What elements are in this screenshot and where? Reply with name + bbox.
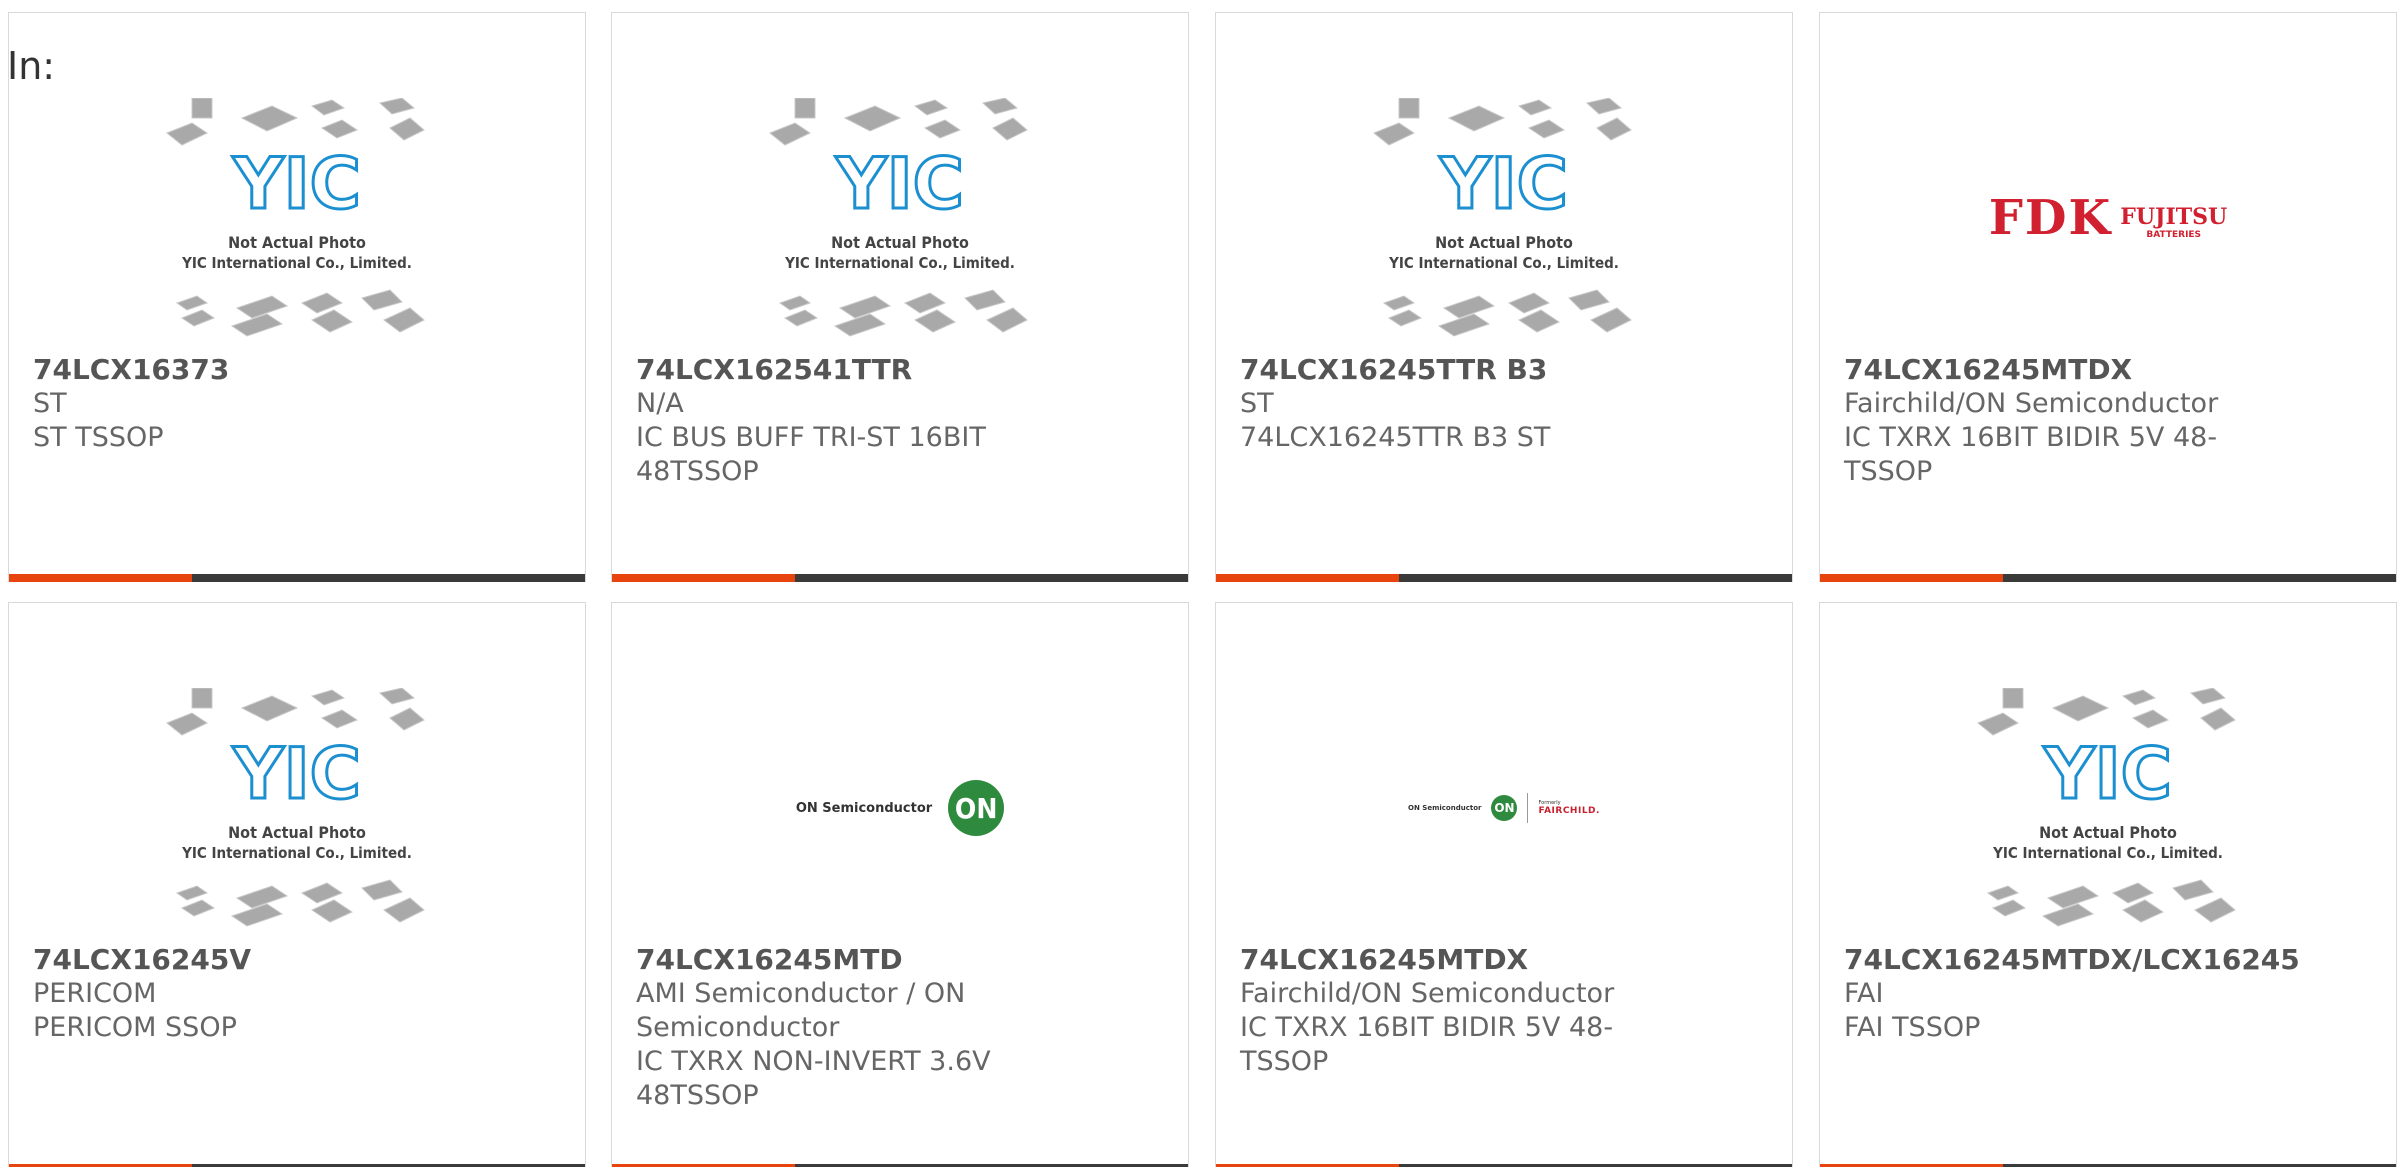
- on-badge-icon: ON: [948, 780, 1005, 836]
- svg-text:YIC International Co., Limited: YIC International Co., Limited.: [1992, 844, 2223, 862]
- part-number-link[interactable]: 74LCX162541TTR: [636, 353, 1076, 387]
- yic-placeholder-image: YIC Not Actual Photo YIC International C…: [1373, 98, 1632, 337]
- description-text: 74LCX16245TTR B3 ST: [1240, 422, 1551, 453]
- fdk-fujitsu-logo: FDK FUJITSU BATTERIES: [1988, 190, 2228, 246]
- product-grid-page: In: YIC Not Actual Photo YIC Internation…: [0, 0, 2400, 1167]
- part-number-link[interactable]: 74LCX16373: [33, 353, 473, 387]
- card-bottom-bar: [1216, 574, 1792, 582]
- description-text: IC TXRX 16BIT BIDIR 5V 48-TSSOP: [1240, 1012, 1614, 1077]
- product-card[interactable]: YIC Not Actual Photo YIC International C…: [1819, 602, 2397, 1167]
- product-image[interactable]: YIC Not Actual Photo YIC International C…: [9, 83, 585, 353]
- svg-text:Not Actual Photo: Not Actual Photo: [1435, 233, 1573, 252]
- product-card[interactable]: YIC Not Actual Photo YIC International C…: [8, 602, 586, 1167]
- description-text: IC TXRX NON-INVERT 3.6V 48TSSOP: [636, 1046, 991, 1111]
- product-image[interactable]: YIC Not Actual Photo YIC International C…: [1216, 83, 1792, 353]
- product-info: 74LCX16245MTDX Fairchild/ON Semiconducto…: [1240, 943, 1680, 1079]
- svg-text:Not Actual Photo: Not Actual Photo: [228, 823, 366, 842]
- product-image[interactable]: YIC Not Actual Photo YIC International C…: [612, 83, 1188, 353]
- manufacturer-text: ST: [1240, 388, 1274, 419]
- product-info: 74LCX16245MTDX/LCX16245 FAI FAI TSSOP: [1844, 943, 2300, 1045]
- on-fairchild-logo: ON Semiconductor ON Formerly FAIRCHILD.: [1408, 793, 1600, 823]
- product-image[interactable]: YIC Not Actual Photo YIC International C…: [1820, 673, 2396, 943]
- description-text: IC BUS BUFF TRI-ST 16BIT 48TSSOP: [636, 422, 986, 487]
- description-text: IC TXRX 16BIT BIDIR 5V 48-TSSOP: [1844, 422, 2218, 487]
- part-number-link[interactable]: 74LCX16245MTD: [636, 943, 1076, 977]
- yic-logo: YIC: [835, 143, 964, 225]
- manufacturer-text: Fairchild/ON Semiconductor: [1844, 388, 2219, 419]
- manufacturer-text: ST: [33, 388, 67, 419]
- product-info: 74LCX16245MTD AMI Semiconductor / ON Sem…: [636, 943, 1076, 1113]
- product-info: 74LCX16245V PERICOM PERICOM SSOP: [33, 943, 473, 1045]
- part-number-link[interactable]: 74LCX16245V: [33, 943, 473, 977]
- product-info: 74LCX162541TTR N/A IC BUS BUFF TRI-ST 16…: [636, 353, 1076, 489]
- yic-placeholder-image: YIC Not Actual Photo YIC International C…: [166, 98, 425, 337]
- card-accent-bar: [1820, 574, 2003, 582]
- search-in-label: In:: [7, 44, 56, 88]
- yic-logo: YIC: [1439, 143, 1568, 225]
- product-card[interactable]: YIC Not Actual Photo YIC International C…: [611, 12, 1189, 582]
- product-info: 74LCX16245TTR B3 ST 74LCX16245TTR B3 ST: [1240, 353, 1680, 455]
- on-badge-icon: ON: [1491, 795, 1518, 821]
- part-number-link[interactable]: 74LCX16245MTDX: [1240, 943, 1680, 977]
- card-bottom-bar: [612, 574, 1188, 582]
- card-accent-bar: [612, 574, 795, 582]
- manufacturer-text: PERICOM: [33, 978, 157, 1009]
- manufacturer-text: N/A: [636, 388, 684, 419]
- svg-text:Not Actual Photo: Not Actual Photo: [2039, 823, 2177, 842]
- product-card[interactable]: ON Semiconductor ON Formerly FAIRCHILD. …: [1215, 602, 1793, 1167]
- yic-logo: YIC: [2043, 733, 2172, 815]
- card-accent-bar: [1216, 574, 1399, 582]
- card-bottom-bar: [9, 574, 585, 582]
- product-image[interactable]: YIC Not Actual Photo YIC International C…: [9, 673, 585, 943]
- on-semiconductor-logo: ON Semiconductor ON: [796, 780, 1005, 836]
- product-image[interactable]: ON Semiconductor ON Formerly FAIRCHILD.: [1216, 673, 1792, 943]
- product-card[interactable]: YIC Not Actual Photo YIC International C…: [8, 12, 586, 582]
- product-card[interactable]: YIC Not Actual Photo YIC International C…: [1215, 12, 1793, 582]
- yic-logo: YIC: [232, 733, 361, 815]
- yic-logo: YIC: [232, 143, 361, 225]
- product-card[interactable]: ON Semiconductor ON 74LCX16245MTD AMI Se…: [611, 602, 1189, 1167]
- svg-text:Not Actual Photo: Not Actual Photo: [228, 233, 366, 252]
- product-image[interactable]: ON Semiconductor ON: [612, 673, 1188, 943]
- svg-text:YIC International Co., Limited: YIC International Co., Limited.: [181, 254, 412, 272]
- manufacturer-text: FAI: [1844, 978, 1884, 1009]
- svg-text:Not Actual Photo: Not Actual Photo: [831, 233, 969, 252]
- description-text: ST TSSOP: [33, 422, 164, 453]
- description-text: PERICOM SSOP: [33, 1012, 237, 1043]
- yic-placeholder-image: YIC Not Actual Photo YIC International C…: [769, 98, 1028, 337]
- product-image[interactable]: FDK FUJITSU BATTERIES: [1820, 83, 2396, 353]
- yic-placeholder-image: YIC Not Actual Photo YIC International C…: [166, 688, 425, 927]
- part-number-link[interactable]: 74LCX16245MTDX/LCX16245: [1844, 943, 2300, 977]
- product-card[interactable]: FDK FUJITSU BATTERIES 74LCX16245MTDX Fai…: [1819, 12, 2397, 582]
- product-info: 74LCX16245MTDX Fairchild/ON Semiconducto…: [1844, 353, 2284, 489]
- yic-placeholder-image: YIC Not Actual Photo YIC International C…: [1977, 688, 2236, 927]
- manufacturer-text: AMI Semiconductor / ON Semiconductor: [636, 978, 966, 1043]
- svg-text:YIC International Co., Limited: YIC International Co., Limited.: [181, 844, 412, 862]
- svg-text:YIC International Co., Limited: YIC International Co., Limited.: [1388, 254, 1619, 272]
- manufacturer-text: Fairchild/ON Semiconductor: [1240, 978, 1615, 1009]
- part-number-link[interactable]: 74LCX16245TTR B3: [1240, 353, 1680, 387]
- description-text: FAI TSSOP: [1844, 1012, 1981, 1043]
- card-bottom-bar: [1820, 574, 2396, 582]
- svg-text:YIC International Co., Limited: YIC International Co., Limited.: [784, 254, 1015, 272]
- part-number-link[interactable]: 74LCX16245MTDX: [1844, 353, 2284, 387]
- product-grid: YIC Not Actual Photo YIC International C…: [8, 12, 2400, 1167]
- card-accent-bar: [9, 574, 192, 582]
- product-info: 74LCX16373 ST ST TSSOP: [33, 353, 473, 455]
